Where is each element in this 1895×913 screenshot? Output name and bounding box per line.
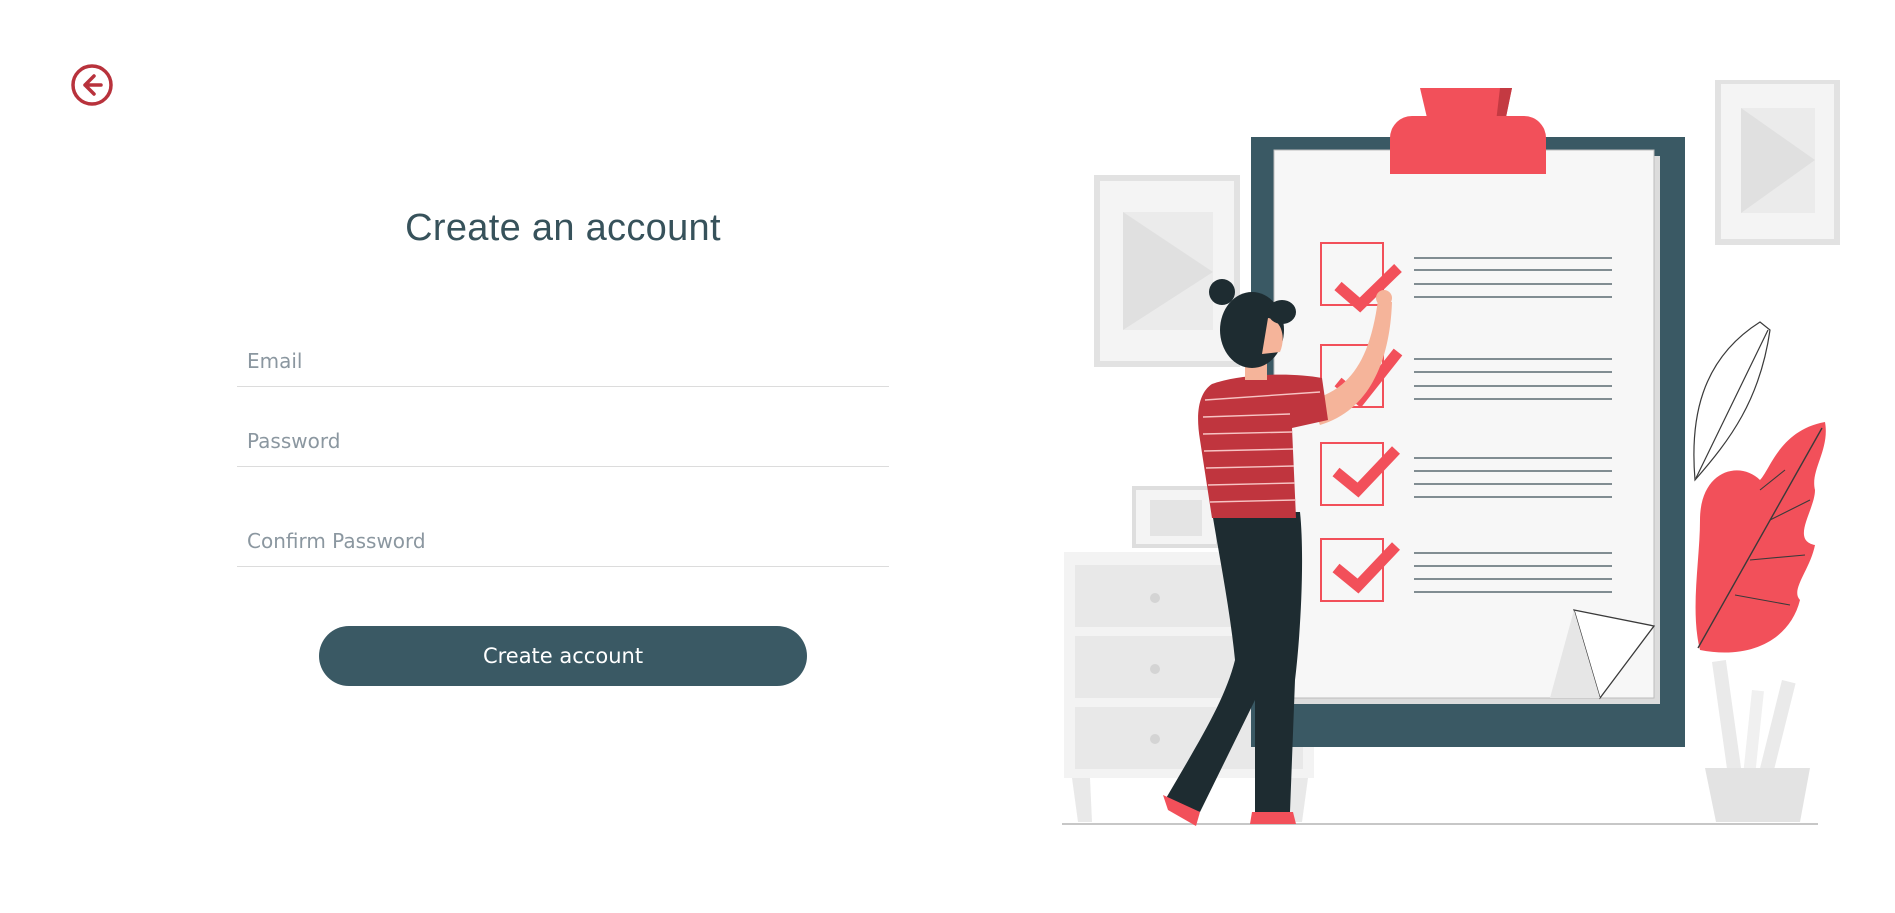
create-account-button[interactable]: Create account [319,626,807,686]
picture-frame-right [1715,80,1840,245]
pencil-cup [1705,660,1810,822]
signup-form: Create an account Create account [237,200,889,686]
picture-frame-left [1094,175,1240,367]
confirm-password-field[interactable] [237,515,889,567]
outline-leaf [1693,321,1771,482]
password-field[interactable] [237,415,889,467]
clipboard [1251,137,1685,747]
small-frame [1132,486,1220,548]
email-field[interactable] [237,335,889,387]
checklist-illustration [1062,80,1840,826]
page-title: Create an account [405,207,721,249]
clipboard-clip [1390,88,1546,174]
arrow-left-circle-icon [71,64,113,106]
back-button[interactable] [70,63,114,107]
